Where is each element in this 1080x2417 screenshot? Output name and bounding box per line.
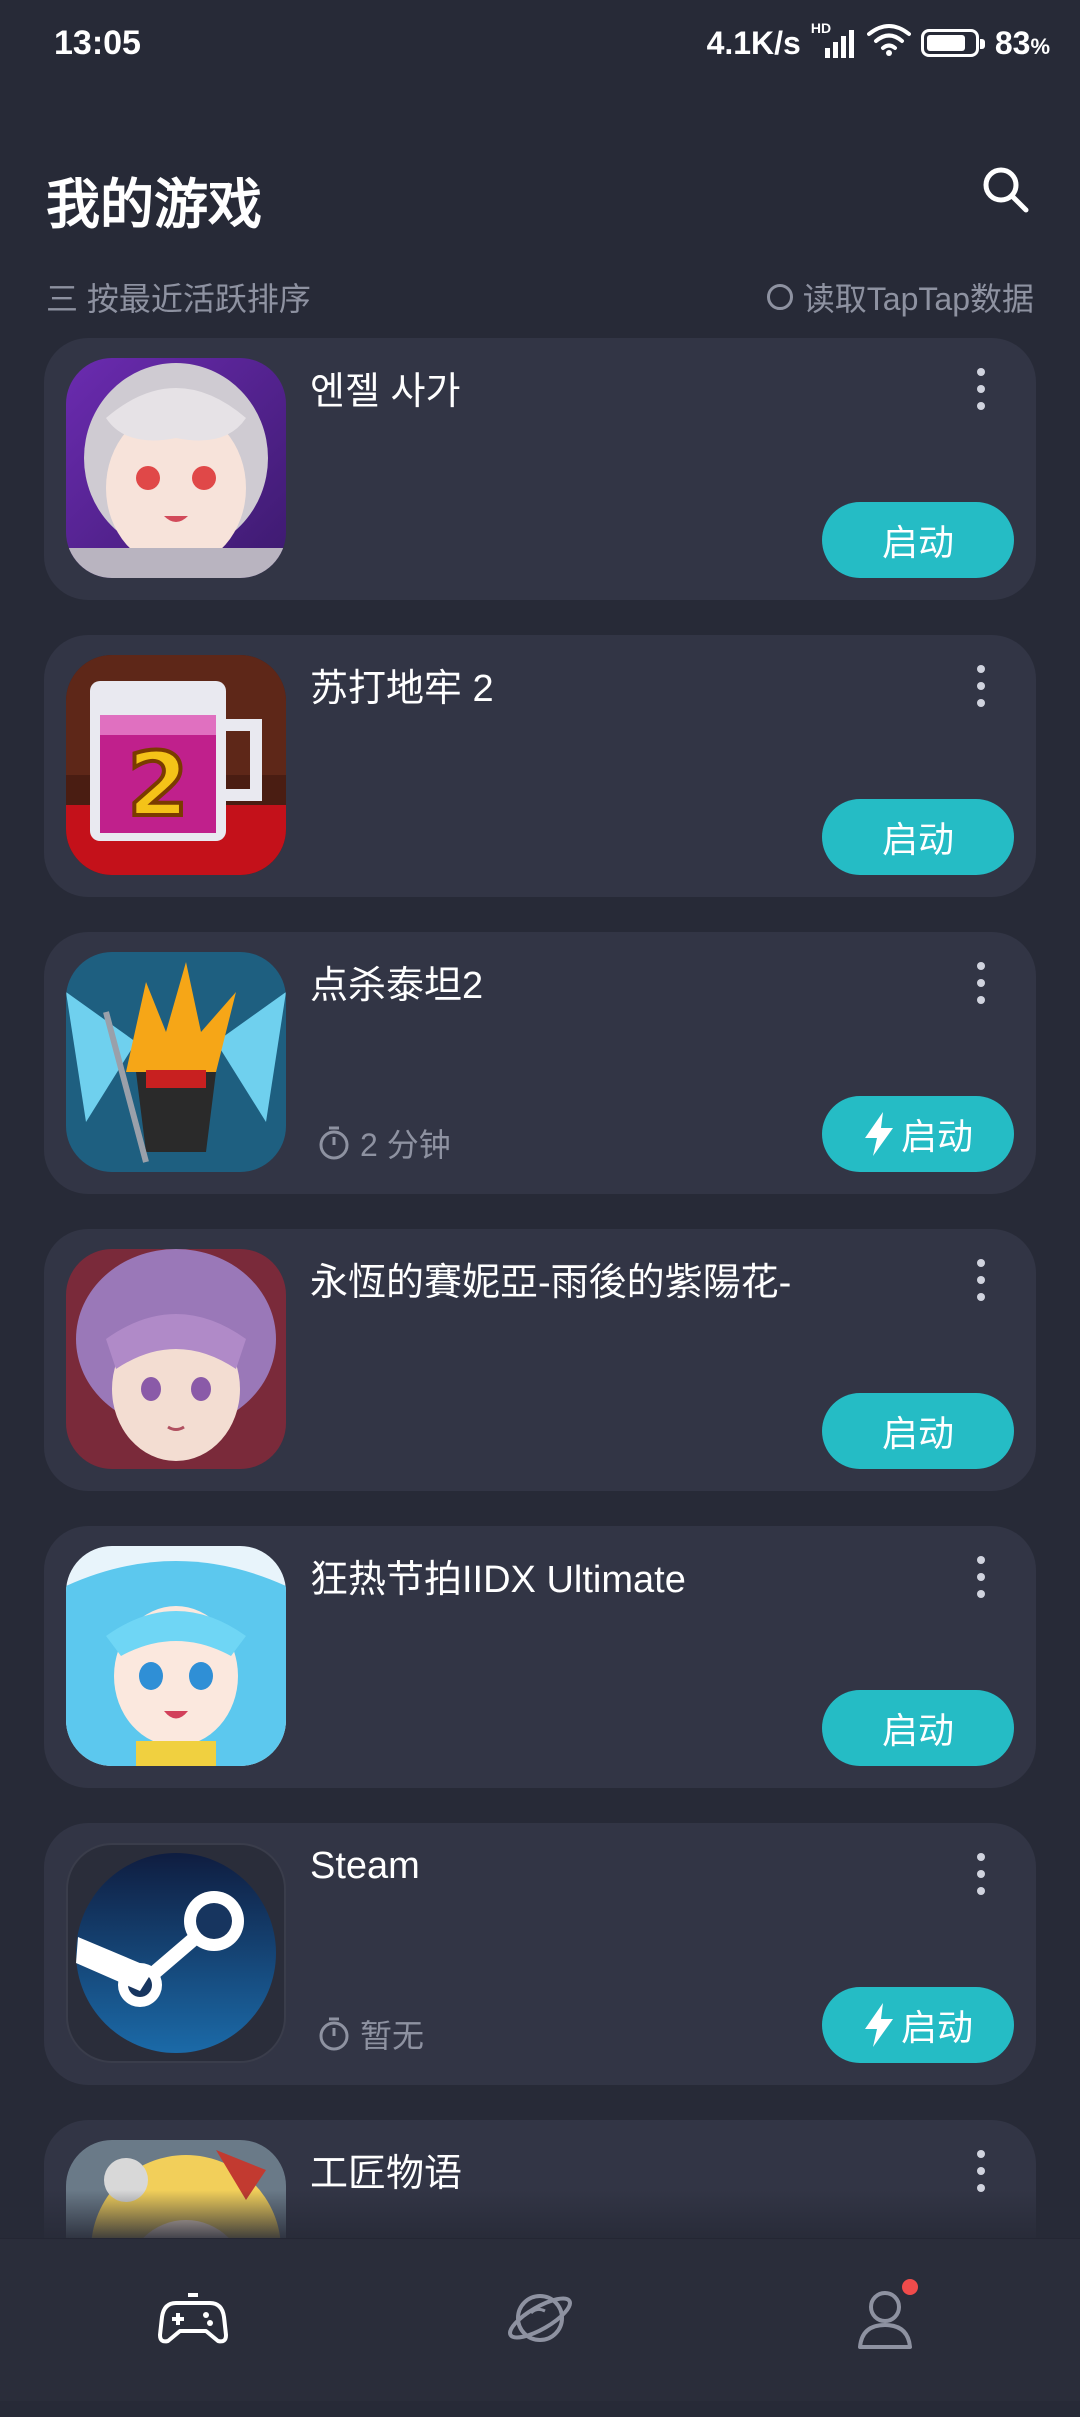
battery-percent: 83% bbox=[994, 24, 1050, 61]
game-list: 엔젤 사가 启动 2 苏打地牢 2 启动 点杀泰坦2 2 分钟 启动 永恆的賽妮… bbox=[44, 338, 1036, 2417]
list-fade bbox=[0, 2190, 1080, 2240]
notification-badge bbox=[902, 2279, 918, 2295]
beatmania-icon bbox=[66, 1546, 286, 1766]
playtime-label: 暂无 bbox=[360, 2018, 425, 2054]
launch-button[interactable]: 启动 bbox=[822, 1690, 1014, 1766]
more-options-icon[interactable] bbox=[976, 1556, 986, 1607]
game-name: Steam bbox=[310, 1845, 420, 1887]
planet-icon bbox=[508, 2294, 572, 2342]
taptap-label: 读取TapTap数据 bbox=[802, 281, 1034, 317]
svg-text:2: 2 bbox=[127, 733, 188, 836]
steam-icon bbox=[66, 1843, 286, 2063]
sort-button[interactable]: 三 按最近活跃排序 bbox=[46, 274, 311, 320]
stopwatch-icon bbox=[319, 1126, 349, 1160]
nav-games[interactable] bbox=[158, 2283, 228, 2353]
launch-label: 启动 bbox=[900, 2007, 973, 2048]
launch-label: 启动 bbox=[900, 1116, 973, 1157]
game-name: 工匠物语 bbox=[310, 2153, 463, 2195]
game-card[interactable]: 엔젤 사가 启动 bbox=[44, 338, 1036, 600]
angel-saga-icon bbox=[66, 358, 286, 578]
tap-titans-icon bbox=[66, 952, 286, 1172]
game-card[interactable]: 2 苏打地牢 2 启动 bbox=[44, 635, 1036, 897]
more-options-icon[interactable] bbox=[976, 962, 986, 1013]
soda-dungeon-icon: 2 bbox=[66, 655, 286, 875]
page-title: 我的游戏 bbox=[46, 175, 262, 235]
more-options-icon[interactable] bbox=[976, 1259, 986, 1310]
game-card[interactable]: 狂热节拍IIDX Ultimate 启动 bbox=[44, 1526, 1036, 1788]
gamepad-icon bbox=[158, 2293, 228, 2344]
status-time: 13:05 bbox=[54, 24, 141, 62]
sort-row: 三 按最近活跃排序 读取TapTap数据 bbox=[46, 270, 1034, 320]
taptap-toggle[interactable]: 读取TapTap数据 bbox=[766, 274, 1034, 320]
more-options-icon[interactable] bbox=[976, 368, 986, 419]
bottom-nav bbox=[0, 2238, 1080, 2401]
launch-label: 启动 bbox=[881, 1413, 954, 1454]
lightning-icon bbox=[864, 2003, 893, 2047]
more-options-icon[interactable] bbox=[976, 1853, 986, 1904]
status-right: 4.1K/s HD 83% bbox=[706, 20, 1050, 64]
battery-icon bbox=[920, 29, 985, 57]
launch-button[interactable]: 启动 bbox=[822, 1096, 1014, 1172]
more-options-icon[interactable] bbox=[976, 665, 986, 716]
network-speed: 4.1K/s bbox=[706, 24, 801, 61]
signal-icon: HD bbox=[811, 20, 857, 60]
sort-label: 三 按最近活跃排序 bbox=[46, 281, 311, 317]
playtime-label: 2 分钟 bbox=[360, 1127, 451, 1163]
game-name: 苏打地牢 2 bbox=[310, 668, 494, 710]
game-name: 狂热节拍IIDX Ultimate bbox=[310, 1559, 686, 1601]
launch-button[interactable]: 启动 bbox=[822, 1987, 1014, 2063]
playtime: 2 分钟 bbox=[318, 1120, 451, 1166]
launch-button[interactable]: 启动 bbox=[822, 1393, 1014, 1469]
game-name: 点杀泰坦2 bbox=[310, 965, 484, 1007]
search-icon bbox=[983, 167, 1029, 213]
status-bar: 13:05 4.1K/s HD 83% bbox=[0, 0, 1080, 90]
game-card[interactable]: 点杀泰坦2 2 分钟 启动 bbox=[44, 932, 1036, 1194]
search-button[interactable] bbox=[976, 160, 1036, 220]
lightning-icon bbox=[864, 1112, 893, 1156]
network-type-label: HD bbox=[810, 20, 832, 36]
nav-discover[interactable] bbox=[505, 2283, 575, 2353]
nav-profile[interactable] bbox=[850, 2279, 920, 2353]
game-card[interactable]: Steam 暂无 启动 bbox=[44, 1823, 1036, 2085]
launch-label: 启动 bbox=[881, 819, 954, 860]
launch-button[interactable]: 启动 bbox=[822, 502, 1014, 578]
eternal-senia-icon bbox=[66, 1249, 286, 1469]
playtime: 暂无 bbox=[318, 2011, 424, 2057]
game-name: 永恆的賽妮亞-雨後的紫陽花- bbox=[310, 1262, 792, 1304]
launch-label: 启动 bbox=[881, 522, 954, 563]
wifi-icon bbox=[866, 22, 911, 64]
game-card[interactable]: 永恆的賽妮亞-雨後的紫陽花- 启动 bbox=[44, 1229, 1036, 1491]
stopwatch-icon bbox=[319, 2017, 349, 2051]
launch-button[interactable]: 启动 bbox=[822, 799, 1014, 875]
launch-label: 启动 bbox=[881, 1710, 954, 1751]
radio-circle-icon[interactable] bbox=[766, 284, 793, 310]
game-name: 엔젤 사가 bbox=[310, 371, 461, 413]
